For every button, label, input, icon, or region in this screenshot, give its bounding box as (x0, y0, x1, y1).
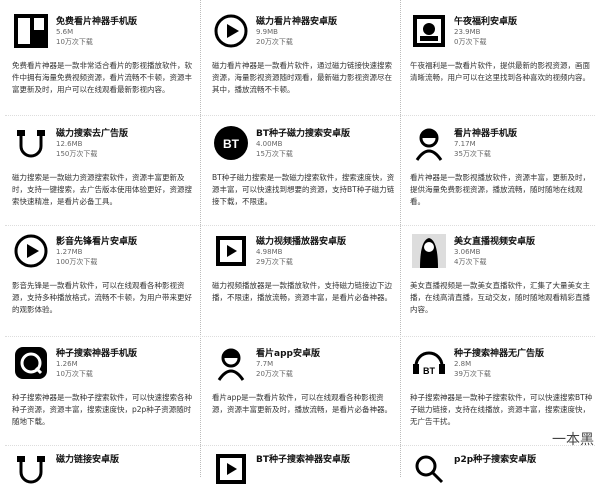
app-title[interactable]: 磁力视频播放器安卓版 (256, 234, 401, 247)
app-description: 看片神器是一款影视播放软件，资源丰富，更新及时，提供海量免费影视资源，播放流畅，… (410, 172, 594, 220)
app-title[interactable]: 种子搜索神器手机版 (56, 346, 201, 359)
app-description: 磁力看片神器是一款看片软件，通过磁力链接快速搜索资源，海量影视资源随时观看，最新… (212, 60, 396, 108)
app-title[interactable]: 午夜福利安卓版 (454, 14, 599, 27)
app-card[interactable]: 磁力视频播放器安卓版4.98MB29万次下载磁力视频播放器是一款播放软件，支持磁… (212, 232, 402, 332)
app-downloads: 35万次下载 (454, 150, 491, 159)
app-downloads: 39万次下载 (454, 370, 491, 379)
search-icon[interactable] (410, 450, 448, 488)
app-card[interactable]: BT BT种子磁力搜索安卓版4.00MB15万次下载 BT种子磁力搜索是一款磁力搜索… (212, 124, 402, 224)
app-size: 1.26M (56, 360, 78, 369)
app-description: 种子搜索神器是一款种子搜索软件，可以快速搜索各种种子资源，资源丰富，搜索速度快，… (12, 392, 196, 440)
app-downloads: 100万次下载 (56, 258, 97, 267)
app-size: 2.8M (454, 360, 471, 369)
app-downloads: 150万次下载 (56, 150, 97, 159)
play-circle-icon[interactable] (212, 12, 250, 50)
app-title[interactable]: 美女直播视频安卓版 (454, 234, 599, 247)
app-downloads: 10万次下载 (56, 370, 93, 379)
row-divider (5, 225, 595, 226)
app-downloads: 15万次下载 (256, 150, 293, 159)
svg-text:BT: BT (423, 366, 435, 376)
app-card[interactable]: 磁力搜索去广告版12.6MB150万次下载磁力搜索是一款磁力资源搜索软件，资源丰… (12, 124, 202, 224)
app-card[interactable]: 午夜福利安卓版23.9MB0万次下载午夜福利是一款看片软件，提供最新的影视资源，… (410, 12, 600, 112)
app-title[interactable]: 种子搜索神器无广告版 (454, 346, 599, 359)
seed-search-icon[interactable] (12, 344, 50, 382)
app-size: 7.7M (256, 360, 273, 369)
magnet-icon[interactable] (12, 124, 50, 162)
app-card[interactable]: 美女直播视频安卓版3.06MB4万次下载美女直播视频是一款美女直播软件，汇集了大… (410, 232, 600, 332)
row-divider (5, 336, 595, 337)
app-title[interactable]: 免费看片神器手机版 (56, 14, 201, 27)
app-title[interactable]: 磁力搜索去广告版 (56, 126, 201, 139)
play-square-icon[interactable] (212, 232, 250, 270)
girl-photo-icon[interactable] (410, 232, 448, 270)
app-downloads: 20万次下载 (256, 38, 293, 47)
app-title[interactable]: p2p种子搜索安卓版 (454, 452, 599, 465)
app-card[interactable]: 影音先锋看片安卓版1.27MB100万次下载影音先锋是一款看片软件，可以在线观看… (12, 232, 202, 332)
app-description: 磁力搜索是一款磁力资源搜索软件，资源丰富更新及时，支持一键搜索，去广告版本使用体… (12, 172, 196, 220)
watermark: 一本黑 (552, 429, 594, 449)
app-size: 5.6M (56, 28, 73, 37)
play-circle-icon[interactable] (12, 232, 50, 270)
app-card[interactable]: 看片神器手机版7.17M35万次下载看片神器是一款影视播放软件，资源丰富，更新及… (410, 124, 600, 224)
app-size: 4.00MB (256, 140, 282, 149)
app-title[interactable]: 看片app安卓版 (256, 346, 401, 359)
app-card[interactable]: BT种子搜索神器安卓版 (212, 450, 402, 478)
app-size: 4.98MB (256, 248, 282, 257)
app-card[interactable]: 种子搜索神器手机版1.26M10万次下载种子搜索神器是一款种子搜索软件，可以快速… (12, 344, 202, 444)
app-description: BT种子磁力搜索是一款磁力搜索软件，搜索速度快，资源丰富，可以快速找到想要的资源… (212, 172, 396, 220)
album-art-icon[interactable] (410, 12, 448, 50)
app-card[interactable]: 免费看片神器手机版5.6M10万次下载免费看片神器是一款非常适合看片的影视播放软… (12, 12, 202, 112)
app-description: 看片app是一款看片软件，可以在线观看各种影视资源，资源丰富更新及时，播放流畅，… (212, 392, 396, 440)
app-description: 影音先锋是一款看片软件，可以在线观看各种影视资源，支持多种播放格式，流畅不卡顿，… (12, 280, 196, 328)
svg-text:BT: BT (223, 137, 240, 151)
app-title[interactable]: 影音先锋看片安卓版 (56, 234, 201, 247)
app-title[interactable]: 看片神器手机版 (454, 126, 599, 139)
row-divider (5, 445, 595, 446)
app-title[interactable]: 磁力看片神器安卓版 (256, 14, 401, 27)
bt-robot-icon[interactable]: BT (410, 344, 448, 382)
app-description: 美女直播视频是一款美女直播软件，汇集了大量美女主播，在线高清直播，互动交友，随时… (410, 280, 594, 328)
magnet-icon[interactable] (12, 450, 50, 488)
app-downloads: 29万次下载 (256, 258, 293, 267)
avatar-girl-icon[interactable] (410, 124, 448, 162)
app-card[interactable]: 看片app安卓版7.7M20万次下载看片app是一款看片软件，可以在线观看各种影… (212, 344, 402, 444)
app-downloads: 0万次下载 (454, 38, 486, 47)
app-title[interactable]: BT种子磁力搜索安卓版 (256, 126, 401, 139)
app-description: 午夜福利是一款看片软件，提供最新的影视资源，画面清晰流畅，用户可以在这里找到各种… (410, 60, 594, 108)
app-size: 1.27MB (56, 248, 82, 257)
app-downloads: 20万次下载 (256, 370, 293, 379)
app-downloads: 4万次下载 (454, 258, 486, 267)
row-divider (5, 115, 595, 116)
play-square-icon[interactable] (212, 450, 250, 488)
app-card[interactable]: p2p种子搜索安卓版 (410, 450, 600, 478)
app-card[interactable]: 磁力链接安卓版 (12, 450, 202, 478)
app-description: 磁力视频播放器是一款播放软件，支持磁力链接边下边播，不限速，播放流畅，资源丰富，… (212, 280, 396, 328)
photo-thumb-icon[interactable] (12, 12, 50, 50)
app-grid: 免费看片神器手机版5.6M10万次下载免费看片神器是一款非常适合看片的影视播放软… (0, 0, 600, 477)
cartoon-girl-icon[interactable] (212, 344, 250, 382)
app-title[interactable]: BT种子搜索神器安卓版 (256, 452, 401, 465)
app-downloads: 10万次下载 (56, 38, 93, 47)
app-size: 9.9MB (256, 28, 278, 37)
bt-logo-icon[interactable]: BT (212, 124, 250, 162)
app-title[interactable]: 磁力链接安卓版 (56, 452, 201, 465)
app-size: 7.17M (454, 140, 476, 149)
app-size: 12.6MB (56, 140, 82, 149)
app-description: 免费看片神器是一款非常适合看片的影视播放软件，软件中拥有海量免费视频资源，看片流… (12, 60, 196, 108)
app-size: 3.06MB (454, 248, 480, 257)
app-size: 23.9MB (454, 28, 480, 37)
app-card[interactable]: 磁力看片神器安卓版9.9MB20万次下载磁力看片神器是一款看片软件，通过磁力链接… (212, 12, 402, 112)
